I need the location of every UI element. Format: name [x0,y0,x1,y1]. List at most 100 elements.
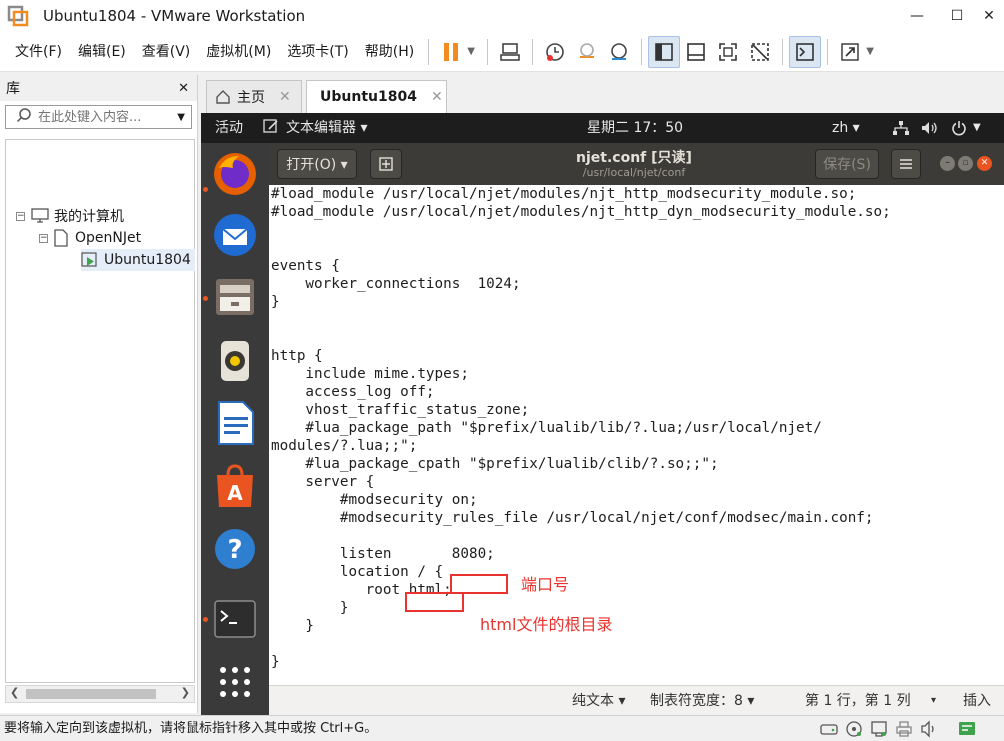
volume-icon[interactable] [921,121,939,135]
tree-item-my-computer[interactable]: − 我的计算机 [16,205,124,227]
menu-view[interactable]: 查看(V) [134,32,199,72]
printer-icon[interactable] [895,720,913,738]
chevron-down-icon[interactable]: ▾ [931,686,936,715]
stretch-guest-icon[interactable] [834,36,866,68]
close-icon[interactable]: ✕ [279,89,291,105]
hamburger-menu-icon[interactable] [891,149,921,179]
chevron-down-icon[interactable]: ▼ [177,112,185,123]
close-icon[interactable]: ✕ [431,89,443,105]
running-indicator [203,187,208,192]
menu-file[interactable]: 文件(F) [0,32,70,72]
open-button[interactable]: 打开(O) ▾ [277,149,357,179]
chevron-down-icon[interactable]: ▼ [866,46,880,57]
scroll-left-icon[interactable]: ❮ [10,686,19,699]
toolbar-divider [532,38,534,65]
snapshot-manager-icon[interactable] [603,36,635,68]
firefox-icon[interactable] [211,150,259,198]
svg-text:A: A [227,481,243,505]
minimize-button[interactable]: — [900,0,934,32]
library-search-input[interactable] [38,109,168,125]
code-line: include mime.types; [271,366,469,382]
save-button[interactable]: 保存(S) [815,149,879,179]
send-ctrl-alt-del-icon[interactable] [494,36,526,68]
ubuntu-software-icon[interactable]: A [211,463,259,511]
vmware-logo-icon [7,5,29,27]
window-close-icon[interactable]: ✕ [977,156,992,171]
help-icon[interactable]: ? [211,525,259,573]
scrollbar-thumb[interactable] [26,689,156,699]
network-adapter-icon[interactable] [870,720,888,738]
root-annotation: html文件的根目录 [480,615,613,634]
thumbnail-bar-icon[interactable] [680,36,712,68]
vm-console[interactable]: 活动 文本编辑器 ▾ 星期二 17：50 zh ▾ ▼ A ? 打开(O) ▾ … [201,113,1004,715]
menu-vm[interactable]: 虚拟机(M) [198,32,279,72]
input-method-menu[interactable]: zh ▾ [832,113,860,143]
library-close-icon[interactable]: ✕ [178,81,189,96]
thunderbird-icon[interactable] [211,211,259,259]
code-line: modules/?.lua;;"; [271,438,418,454]
window-maximize-icon[interactable]: ▫ [958,156,973,171]
tree-label: Ubuntu1804 [104,252,191,268]
running-indicator [203,296,208,301]
menu-help[interactable]: 帮助(H) [357,32,422,72]
library-panel: 库 ✕ ▼ − 我的计算机 − OpenNJet Ubuntu1804 ❮ ❯ [0,75,198,713]
show-library-icon[interactable] [648,35,681,68]
tab-ubuntu1804[interactable]: Ubuntu1804 ✕ [306,80,447,113]
snapshot-icon[interactable] [539,36,571,68]
port-annotation: 端口号 [521,575,570,594]
rhythmbox-icon[interactable] [211,337,259,385]
menu-edit[interactable]: 编辑(E) [70,32,134,72]
code-line: #modsecurity_rules_file /usr/local/njet/… [271,510,874,526]
network-icon[interactable] [893,121,909,135]
svg-text:?: ? [227,535,242,565]
collapse-icon[interactable]: − [16,211,25,221]
window-minimize-icon[interactable]: – [940,156,955,171]
power-icon[interactable] [951,120,967,136]
maximize-button[interactable]: ☐ [940,0,974,32]
code-line: vhost_traffic_status_zone; [271,402,530,418]
console-view-icon[interactable] [789,35,822,68]
cd-dvd-icon[interactable] [845,720,863,738]
revert-snapshot-icon[interactable] [571,36,603,68]
library-tree: − 我的计算机 − OpenNJet Ubuntu1804 [5,139,195,683]
menu-tabs[interactable]: 选项卡(T) [279,32,356,72]
chevron-down-icon[interactable]: ▼ [973,113,981,143]
tree-item-opennjet[interactable]: − OpenNJet [39,227,141,249]
code-line: #lua_package_path "$prefix/lualib/lib/?.… [271,420,822,436]
insert-mode[interactable]: 插入 [963,686,991,715]
status-bar: 要将输入定向到该虚拟机，请将鼠标指针移入其中或按 Ctrl+G。 [0,715,1004,741]
pause-icon[interactable] [435,36,467,68]
cursor-position[interactable]: 第 1 行，第 1 列 [805,686,911,715]
root-highlight-box [405,592,464,612]
full-screen-icon[interactable] [712,36,744,68]
library-search[interactable]: ▼ [5,105,192,129]
tree-item-ubuntu1804[interactable]: Ubuntu1804 [81,249,195,271]
document-path: /usr/local/njet/conf [582,166,686,179]
code-line: worker_connections 1024; [271,276,521,292]
new-document-icon[interactable] [370,149,402,179]
show-applications-icon[interactable] [211,658,259,706]
syntax-selector[interactable]: 纯文本 ▾ [572,686,625,715]
close-button[interactable]: ✕ [972,0,1004,32]
terminal-icon[interactable] [211,595,259,643]
hard-disk-icon[interactable] [820,720,838,738]
menu-toolbar: 文件(F) 编辑(E) 查看(V) 虚拟机(M) 选项卡(T) 帮助(H) ▼ … [0,32,1004,72]
collapse-icon[interactable]: − [39,233,48,243]
app-menu[interactable]: 文本编辑器 ▾ [286,113,367,143]
gedit-window: 打开(O) ▾ njet.conf [只读] /usr/local/njet/c… [269,143,1004,715]
sound-card-icon[interactable] [920,720,938,738]
clock[interactable]: 星期二 17：50 [587,113,683,143]
toolbar-divider [641,38,643,65]
tab-home[interactable]: 主页 ✕ [206,80,302,113]
chevron-down-icon[interactable]: ▼ [467,46,481,57]
libreoffice-writer-icon[interactable] [211,399,259,447]
library-horizontal-scrollbar[interactable]: ❮ ❯ [5,685,195,703]
scroll-right-icon[interactable]: ❯ [181,686,190,699]
code-editor[interactable]: #load_module /usr/local/njet/modules/njt… [269,185,1004,685]
tab-width-selector[interactable]: 制表符宽度：8 ▾ [650,686,754,715]
files-icon[interactable] [211,273,259,321]
activities-button[interactable]: 活动 [215,113,243,143]
unity-icon[interactable] [744,36,776,68]
toolbar-divider [782,38,784,65]
message-log-icon[interactable] [958,720,976,738]
